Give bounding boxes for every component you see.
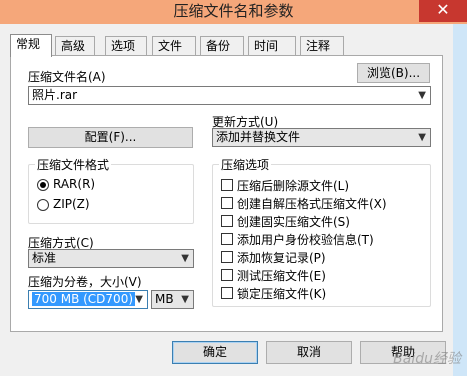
archive-options-group: 压缩选项 压缩后删除源文件(L) 创建自解压格式压缩文件(X) 创建固实压缩文件… xyxy=(212,156,431,307)
tab-advanced[interactable]: 高级 xyxy=(55,36,95,56)
tab-files[interactable]: 文件 xyxy=(152,36,196,56)
archive-name-input[interactable]: 照片.rar ▼ xyxy=(28,86,431,105)
delete-after-label: 压缩后删除源文件(L) xyxy=(237,179,350,193)
archive-name-label: 压缩文件名(A) xyxy=(28,70,106,84)
radio-selected-dot xyxy=(40,182,46,188)
split-size-input[interactable]: 700 MB (CD700) ▼ xyxy=(28,290,148,309)
format-zip-radio[interactable] xyxy=(37,199,49,211)
lock-archive-label: 锁定压缩文件(K) xyxy=(237,287,327,301)
recovery-record-label: 添加恢复记录(P) xyxy=(237,251,326,265)
tab-backup[interactable]: 备份 xyxy=(200,36,244,56)
window-title: 压缩文件名和参数 xyxy=(173,2,294,20)
format-zip-label: ZIP(Z) xyxy=(53,197,90,211)
sfx-checkbox[interactable] xyxy=(221,197,233,209)
method-select[interactable]: 标准 ▼ xyxy=(28,249,194,268)
split-label: 压缩为分卷，大小(V) xyxy=(28,275,142,289)
format-rar-label: RAR(R) xyxy=(53,177,96,191)
split-unit-value: MB xyxy=(155,292,174,306)
chevron-down-icon: ▼ xyxy=(181,294,189,305)
lock-archive-checkbox[interactable] xyxy=(221,287,233,299)
format-rar-radio[interactable] xyxy=(37,179,49,191)
browse-button[interactable]: 浏览(B)... xyxy=(357,63,430,83)
delete-after-checkbox[interactable] xyxy=(221,179,233,191)
solid-checkbox[interactable] xyxy=(221,215,233,227)
chevron-down-icon: ▼ xyxy=(418,90,426,101)
ok-button[interactable]: 确定 xyxy=(172,341,258,364)
close-button[interactable]: ✕ xyxy=(419,0,467,22)
close-icon: ✕ xyxy=(436,0,450,19)
archive-name-value: 照片.rar xyxy=(32,88,78,102)
general-panel: 压缩文件名(A) 浏览(B)... 照片.rar ▼ 更新方式(U) 配置(F)… xyxy=(10,55,443,332)
archive-format-group: 压缩文件格式 RAR(R) ZIP(Z) xyxy=(28,156,194,224)
split-unit-select[interactable]: MB ▼ xyxy=(151,290,194,309)
background-strip xyxy=(453,24,467,376)
tab-comment[interactable]: 注释 xyxy=(300,36,344,56)
watermark-logo: Baidu经验 xyxy=(393,351,461,367)
archive-format-title: 压缩文件格式 xyxy=(35,156,112,173)
dialog-body: 常规 高级 选项 文件 备份 时间 注释 压缩文件名(A) 浏览(B)... 照… xyxy=(0,24,453,376)
tab-time[interactable]: 时间 xyxy=(248,36,296,56)
authenticity-label: 添加用户身份校验信息(T) xyxy=(237,233,374,247)
title-bar: 压缩文件名和参数 ✕ xyxy=(0,0,467,24)
profile-button[interactable]: 配置(F)... xyxy=(28,127,193,148)
solid-label: 创建固实压缩文件(S) xyxy=(237,215,350,229)
method-value: 标准 xyxy=(32,251,57,265)
update-mode-select[interactable]: 添加并替换文件 ▼ xyxy=(212,128,431,147)
cancel-button[interactable]: 取消 xyxy=(266,341,352,364)
update-mode-value: 添加并替换文件 xyxy=(216,130,301,144)
test-archive-checkbox[interactable] xyxy=(221,269,233,281)
chevron-down-icon: ▼ xyxy=(135,294,143,305)
archive-options-title: 压缩选项 xyxy=(219,156,272,173)
tab-general[interactable]: 常规 xyxy=(10,34,52,57)
sfx-label: 创建自解压格式压缩文件(X) xyxy=(237,197,387,211)
split-size-value: 700 MB (CD700) xyxy=(32,292,136,306)
authenticity-checkbox[interactable] xyxy=(221,233,233,245)
test-archive-label: 测试压缩文件(E) xyxy=(237,269,326,283)
chevron-down-icon: ▼ xyxy=(181,253,189,264)
recovery-record-checkbox[interactable] xyxy=(221,251,233,263)
tab-options[interactable]: 选项 xyxy=(105,36,147,56)
chevron-down-icon: ▼ xyxy=(418,132,426,143)
